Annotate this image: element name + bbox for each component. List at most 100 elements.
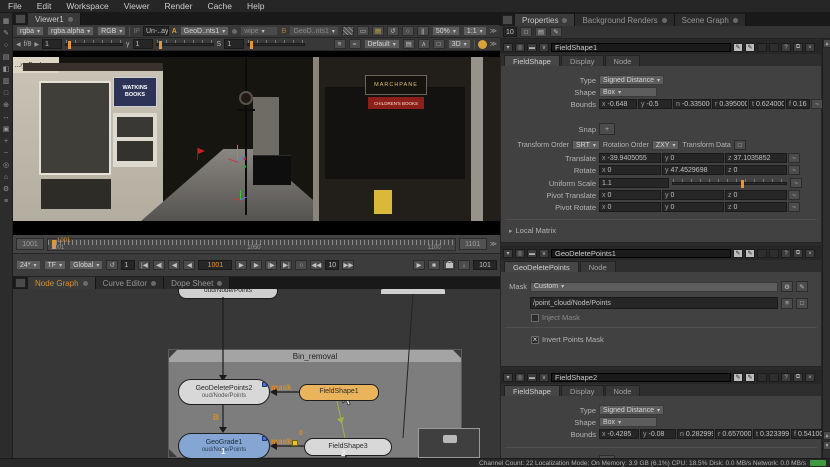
menu-workspace[interactable]: Workspace — [66, 1, 108, 11]
tab-node-graph[interactable]: Node Graph — [28, 277, 96, 289]
go-to-end-button[interactable]: ▶| — [280, 260, 292, 270]
pane-menu-icon[interactable] — [502, 15, 513, 25]
tab-node[interactable]: Node — [580, 261, 616, 272]
tab-fieldshape[interactable]: FieldShape — [504, 55, 560, 66]
flipbook-play-icon[interactable]: ▶ — [413, 260, 425, 270]
wipe-dropdown[interactable]: wipe — [240, 26, 278, 36]
snap-icon[interactable]: + — [599, 123, 615, 135]
frame-range-dropdown[interactable]: Global — [69, 260, 103, 270]
menu-render[interactable]: Render — [165, 1, 193, 11]
close-tab-icon[interactable] — [83, 281, 88, 286]
bounds-n-field[interactable]: n0.28299999 — [677, 429, 714, 439]
other-node-icon[interactable]: ≡ — [1, 196, 11, 206]
disclosure-triangle-icon[interactable]: ▸ — [509, 227, 513, 235]
loop-mode-icon[interactable]: ↺ — [106, 260, 118, 270]
saturation-field[interactable]: 1 — [224, 39, 244, 49]
threed-node-icon[interactable]: ▣ — [1, 124, 11, 134]
menu-file[interactable]: File — [8, 1, 22, 11]
gamma-toggle-icon[interactable]: = — [349, 39, 361, 49]
max-panels-field[interactable]: 10 — [503, 27, 517, 37]
step-forward-button[interactable]: ▶ — [250, 260, 262, 270]
menu-cache[interactable]: Cache — [207, 1, 232, 11]
gain-step-down-icon[interactable]: ◀ — [16, 41, 21, 48]
tab-fieldshape[interactable]: FieldShape — [504, 385, 560, 396]
bounds-y-field[interactable]: y-0.08 — [640, 429, 676, 439]
channels-dropdown[interactable]: rgba — [16, 26, 44, 36]
lock-panels-icon[interactable]: □ — [520, 27, 532, 37]
pin-icon[interactable]: ∨ — [539, 373, 549, 382]
pencil-icon[interactable]: ✎ — [550, 27, 562, 37]
deep-node-icon[interactable]: ~ — [1, 148, 11, 158]
scroll-up-icon[interactable]: ▲ — [823, 431, 830, 440]
pin-icon[interactable]: ∨ — [539, 249, 549, 258]
tab-node[interactable]: Node — [605, 55, 641, 66]
tab-geodeletepoints[interactable]: GeoDeletePoints — [504, 261, 579, 272]
bounds-n-field[interactable]: n-0.3350000 — [673, 99, 711, 109]
close-tab-icon[interactable] — [151, 281, 156, 286]
proxy-toggle-icon[interactable] — [342, 26, 354, 36]
type-dropdown[interactable]: Signed Distance — [599, 405, 664, 415]
image-node-icon[interactable]: ▦ — [1, 16, 11, 26]
b-input-dropdown[interactable]: GeoD..nts1 — [289, 26, 338, 36]
float-panel-icon[interactable]: ⧉ — [793, 43, 803, 52]
flipbook-stop-icon[interactable]: ■ — [428, 260, 440, 270]
occlusion-tester-icon[interactable] — [478, 40, 487, 49]
bounds-r-field[interactable]: r0.65700001 — [715, 429, 752, 439]
timeline-ruler[interactable]: 1001 1001 1050 1100 — [47, 238, 456, 251]
bounds-x-field[interactable]: x-0.4285 — [599, 429, 639, 439]
pivot-rotate-x-field[interactable]: x0 — [599, 202, 661, 212]
inject-mask-checkbox[interactable] — [531, 314, 539, 322]
scroll-up-icon[interactable]: ▲ — [823, 39, 830, 48]
close-panel-icon[interactable]: × — [805, 43, 815, 52]
node-geodeletepoints2[interactable]: GeoDeletePoints2 oud/Node/Points — [178, 379, 270, 405]
pivot-rotate-z-field[interactable]: z0 — [725, 202, 787, 212]
rotate-y-field[interactable]: y47.4529698 — [662, 165, 724, 175]
transform-data-icon[interactable]: □ — [734, 140, 746, 150]
pivot-rotate-y-field[interactable]: y0 — [662, 202, 724, 212]
help-icon[interactable]: ? — [781, 249, 791, 258]
floating-node-box[interactable] — [418, 428, 480, 458]
uniform-scale-slider[interactable] — [672, 182, 787, 185]
rotate-x-field[interactable]: x0 — [599, 165, 661, 175]
tab-scene-graph[interactable]: Scene Graph — [675, 14, 746, 26]
skip-forward-button[interactable]: ▶▶ — [342, 260, 354, 270]
draw-node-icon[interactable]: ✎ — [1, 28, 11, 38]
input-process-toggle[interactable]: IP — [133, 28, 140, 35]
close-tab-icon[interactable] — [662, 18, 667, 23]
particles-node-icon[interactable]: + — [1, 136, 11, 146]
bounds-r-field[interactable]: r0.3950000 — [712, 99, 748, 109]
step-back-button[interactable]: ◀ — [168, 260, 180, 270]
curve-icon[interactable]: ~ — [788, 202, 800, 212]
merge-node-icon[interactable]: ⊕ — [1, 100, 11, 110]
eyedropper-icon[interactable]: ✎ — [796, 281, 808, 292]
node-name-field[interactable]: GeoDeletePoints1 — [551, 249, 731, 258]
gear-icon[interactable]: ⚙ — [781, 281, 793, 292]
ab-toggle-icon[interactable] — [232, 29, 237, 34]
tab-curve-editor[interactable]: Curve Editor — [96, 277, 164, 289]
pin-icon[interactable]: ∨ — [539, 43, 549, 52]
tab-display[interactable]: Display — [561, 385, 604, 396]
frame-increment-field[interactable]: 1 — [121, 260, 135, 270]
time-node-icon[interactable]: ○ — [1, 40, 11, 50]
play-forward-button[interactable]: ▶ — [235, 260, 247, 270]
expand-toolbar-icon[interactable]: ≫ — [490, 27, 497, 35]
bounds-f-field[interactable]: f0.16 — [786, 99, 810, 109]
metadata-node-icon[interactable]: ⌂ — [1, 172, 11, 182]
bounds-x-field[interactable]: x-0.648 — [599, 99, 637, 109]
curve-icon[interactable]: ~ — [788, 153, 800, 163]
float-panel-icon[interactable]: ⧉ — [793, 373, 803, 382]
center-node-icon[interactable]: ◎ — [515, 249, 525, 258]
uniform-scale-field[interactable]: 1.1 — [599, 178, 669, 188]
node-graph-canvas[interactable]: oud/Node/Points Bin_removal — [13, 289, 500, 458]
skip-back-button[interactable]: ◀◀ — [310, 260, 322, 270]
tab-node[interactable]: Node — [605, 385, 641, 396]
pivot-translate-y-field[interactable]: y0 — [662, 190, 724, 200]
filter-node-icon[interactable]: ▥ — [1, 76, 11, 86]
format-frame-icon[interactable]: □ — [433, 39, 445, 49]
display-channel-dropdown[interactable]: RGB — [97, 26, 126, 36]
rotate-z-field[interactable]: z0 — [725, 165, 787, 175]
refresh-icon[interactable]: ↺ — [387, 26, 399, 36]
dropdown-icon[interactable]: ▾ — [503, 373, 513, 382]
roi-icon[interactable]: ○ — [402, 26, 414, 36]
bounds-t-field[interactable]: t0.6240000 — [749, 99, 785, 109]
